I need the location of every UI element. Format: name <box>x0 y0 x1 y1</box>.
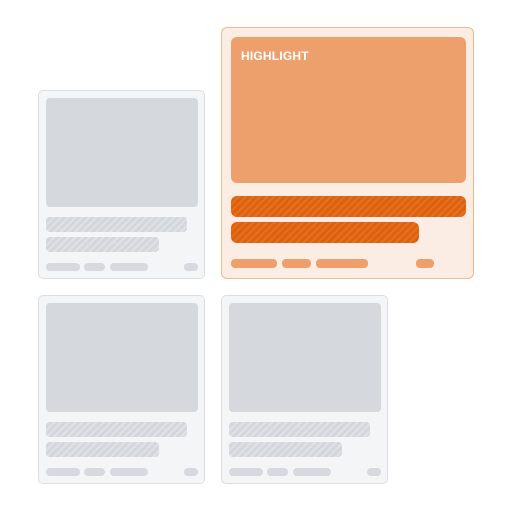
meta-pill <box>282 259 311 268</box>
meta-pill-end <box>184 263 198 271</box>
thumbnail-placeholder <box>46 98 198 207</box>
subtitle-line-placeholder <box>46 237 159 252</box>
subtitle-line-placeholder <box>46 442 159 457</box>
meta-pill <box>84 263 105 271</box>
placeholder-card-4[interactable] <box>221 295 388 484</box>
title-line-placeholder <box>46 217 187 232</box>
highlight-thumbnail: HIGHLIGHT <box>231 37 466 183</box>
highlight-subtitle-line <box>231 222 419 243</box>
meta-pill <box>229 468 263 476</box>
thumbnail-placeholder <box>229 303 381 412</box>
meta-pill <box>110 263 148 271</box>
meta-pill-end <box>416 259 434 268</box>
meta-pill <box>267 468 288 476</box>
highlight-card[interactable]: HIGHLIGHT <box>221 27 474 279</box>
title-line-placeholder <box>46 422 187 437</box>
placeholder-card-3[interactable] <box>38 295 205 484</box>
placeholder-card-1[interactable] <box>38 90 205 279</box>
thumbnail-placeholder <box>46 303 198 412</box>
meta-pill <box>231 259 277 268</box>
meta-pill <box>316 259 368 268</box>
title-line-placeholder <box>229 422 370 437</box>
meta-pill <box>84 468 105 476</box>
meta-pill-end <box>367 468 381 476</box>
card-grid: HIGHLIGHT <box>0 0 512 512</box>
meta-pill-end <box>184 468 198 476</box>
highlight-title-line <box>231 196 466 217</box>
meta-pill <box>293 468 331 476</box>
subtitle-line-placeholder <box>229 442 342 457</box>
meta-pill <box>110 468 148 476</box>
meta-pill <box>46 468 80 476</box>
meta-pill <box>46 263 80 271</box>
highlight-label: HIGHLIGHT <box>241 49 309 63</box>
